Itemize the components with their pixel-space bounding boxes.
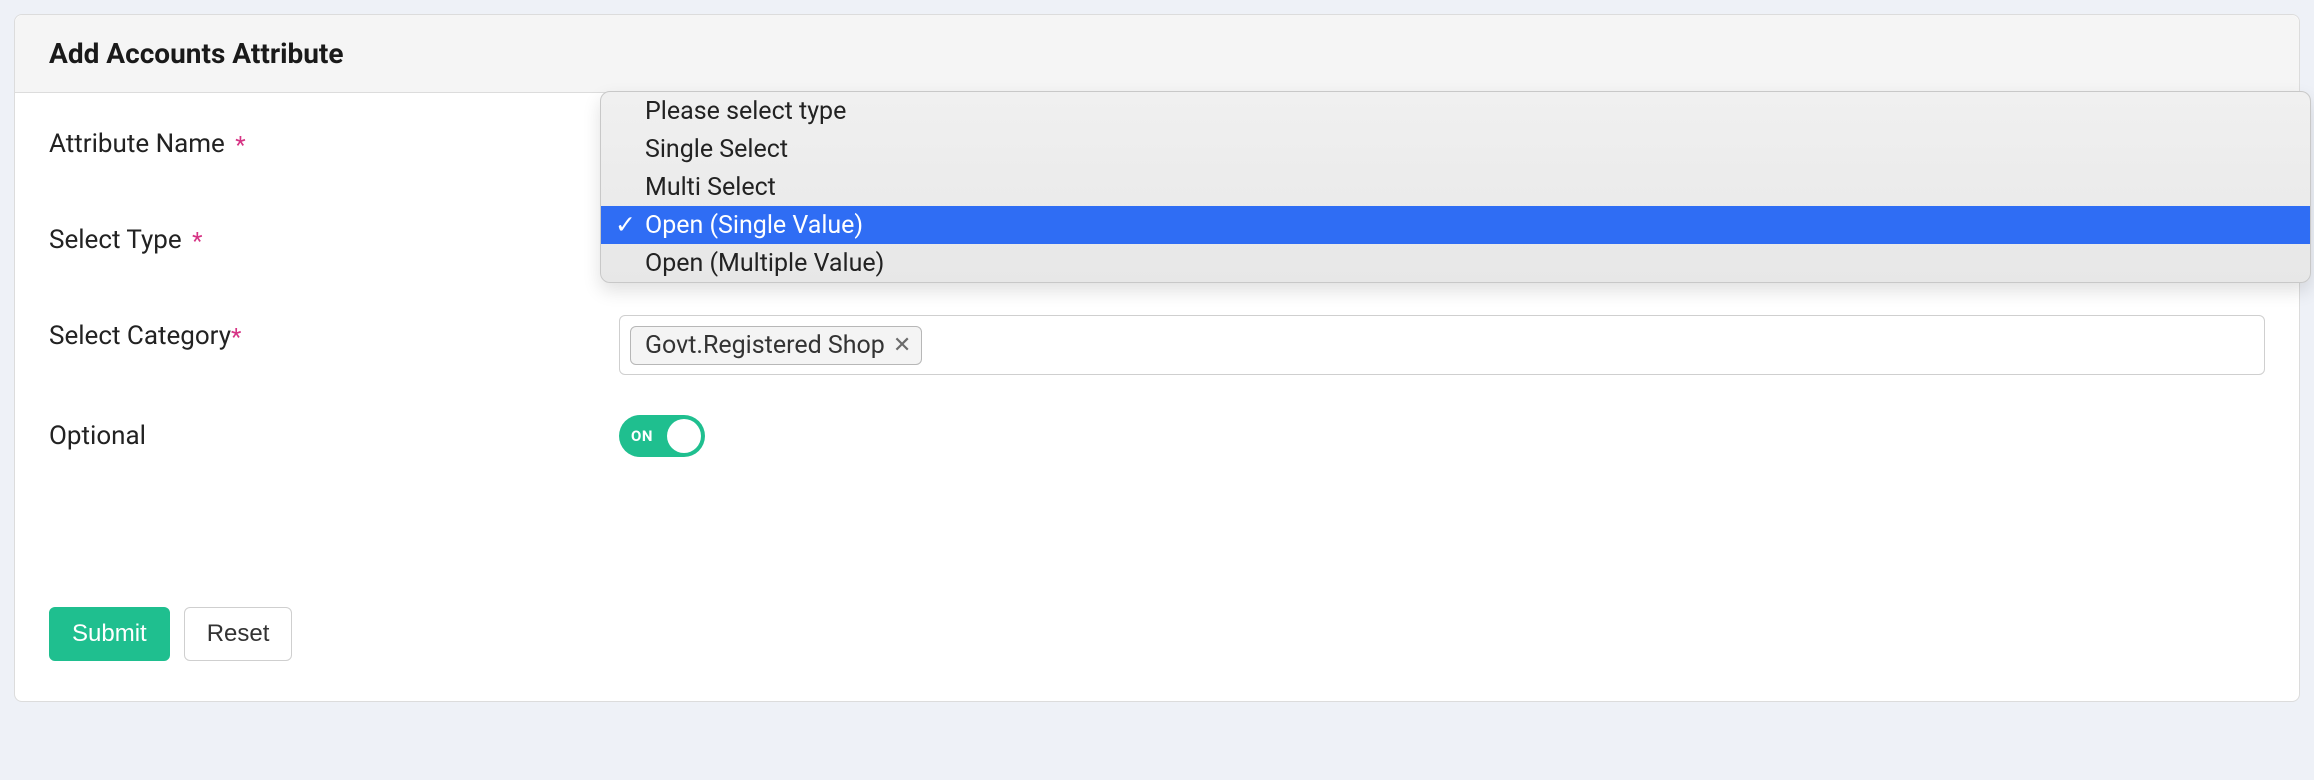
- label-optional: Optional: [49, 415, 619, 451]
- card-header: Add Accounts Attribute: [15, 15, 2299, 93]
- dropdown-option-single-select[interactable]: ✓ Single Select: [601, 130, 2310, 168]
- required-mark: *: [192, 227, 202, 255]
- row-optional: Optional ON: [49, 415, 2265, 457]
- dropdown-option-multi-select[interactable]: ✓ Multi Select: [601, 168, 2310, 206]
- dropdown-option-placeholder[interactable]: ✓ Please select type: [601, 92, 2310, 130]
- row-select-category: Select Category* Govt.Registered Shop ✕: [49, 315, 2265, 375]
- card: Add Accounts Attribute Attribute Name * …: [14, 14, 2300, 702]
- check-icon: ✓: [615, 210, 636, 240]
- toggle-on-label: ON: [631, 427, 653, 445]
- dropdown-option-label: Open (Multiple Value): [645, 249, 884, 278]
- category-tag-label: Govt.Registered Shop: [645, 331, 885, 360]
- footer-actions: Submit Reset: [49, 607, 2265, 661]
- dropdown-option-label: Please select type: [645, 97, 846, 126]
- dropdown-option-label: Open (Single Value): [645, 211, 863, 240]
- label-select-type: Select Type *: [49, 219, 619, 255]
- close-icon[interactable]: ✕: [893, 333, 911, 358]
- category-tag-input[interactable]: Govt.Registered Shop ✕: [619, 315, 2265, 375]
- toggle-knob: [667, 419, 701, 453]
- optional-toggle[interactable]: ON: [619, 415, 705, 457]
- card-body: Attribute Name * Select Type * Open (Sin…: [15, 93, 2299, 701]
- label-attribute-name: Attribute Name *: [49, 123, 619, 159]
- dropdown-option-label: Single Select: [645, 135, 788, 164]
- select-type-dropdown[interactable]: ✓ Please select type ✓ Single Select ✓ M…: [600, 91, 2311, 283]
- required-mark: *: [235, 131, 245, 159]
- page-title: Add Accounts Attribute: [49, 37, 2265, 70]
- required-mark: *: [231, 323, 241, 351]
- submit-button[interactable]: Submit: [49, 607, 170, 661]
- label-select-category-text: Select Category: [49, 321, 231, 351]
- dropdown-option-open-multiple[interactable]: ✓ Open (Multiple Value): [601, 244, 2310, 282]
- col-optional: ON: [619, 415, 2265, 457]
- label-select-type-text: Select Type: [49, 225, 182, 255]
- dropdown-option-label: Multi Select: [645, 173, 776, 202]
- label-attribute-name-text: Attribute Name: [49, 129, 225, 159]
- label-select-category: Select Category*: [49, 315, 619, 351]
- reset-button[interactable]: Reset: [184, 607, 293, 661]
- col-select-category: Govt.Registered Shop ✕: [619, 315, 2265, 375]
- dropdown-option-open-single[interactable]: ✓ Open (Single Value): [601, 206, 2310, 244]
- category-tag: Govt.Registered Shop ✕: [630, 326, 922, 365]
